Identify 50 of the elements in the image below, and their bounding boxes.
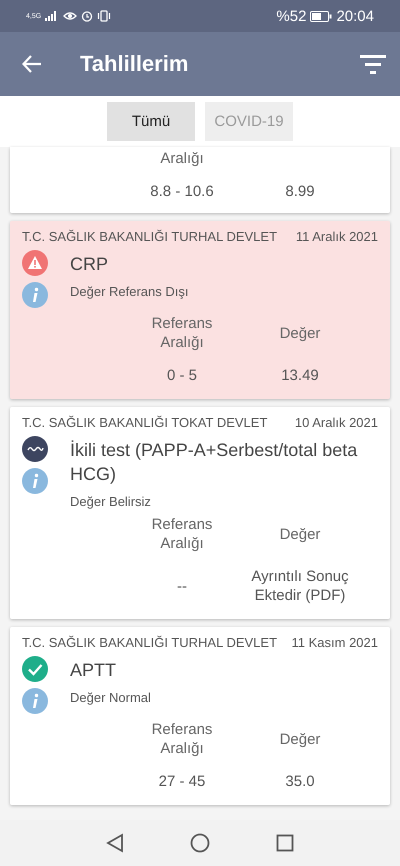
result-status: Değer Normal (70, 690, 152, 705)
hospital-name: T.C. SAĞLIK BAKANLIĞI TURHAL DEVLET (22, 635, 278, 650)
battery-icon (310, 10, 332, 22)
column-header: Referans Aralığı (150, 314, 214, 352)
screen-title: Tahlillerim (80, 51, 190, 77)
result-date: 11 Kasım 2021 (292, 635, 378, 650)
column-header: Değer (278, 324, 322, 342)
hospital-name: T.C. SAĞLIK BAKANLIĞI TOKAT DEVLET (22, 415, 268, 430)
result-value: Ayrıntılı Sonuç Ektedir (PDF) (250, 567, 350, 605)
reference-range: -- (176, 576, 188, 596)
column-header: Değer (278, 730, 322, 748)
hospital-name: T.C. SAĞLIK BAKANLIĞI TURHAL DEVLET (22, 229, 278, 244)
reference-range: 8.8 - 10.6 (149, 182, 215, 201)
warning-icon (22, 250, 48, 276)
test-name: CRP (70, 253, 110, 276)
filter-tab[interactable]: Tümü (107, 102, 195, 141)
back-arrow-icon[interactable] (22, 55, 42, 73)
column-header: Referans Aralığı (150, 720, 214, 758)
result-date: 11 Aralık 2021 (296, 229, 378, 244)
result-value: 8.99 (284, 182, 316, 201)
filter-icon[interactable] (360, 54, 386, 74)
result-card[interactable]: T.C. SAĞLIK BAKANLIĞI TOKAT DEVLET 10 Aralık 2021 İkili test (PAPP-A+Serbest/total beta HCG) Değer Belirsiz Referans Aralığı Değer -- Ayrıntılı Sonuç Ektedir (PDF) (10, 407, 390, 619)
column-header: Değer (278, 524, 322, 544)
result-card[interactable]: Aralığı 8.8 - 10.6 8.99 (10, 147, 390, 213)
result-value: 13.49 (280, 366, 320, 385)
wave-icon (22, 436, 48, 462)
info-icon (22, 468, 48, 494)
eye-icon (63, 10, 78, 22)
reference-range: 0 - 5 (166, 366, 198, 385)
vibrate-icon (97, 10, 112, 22)
result-date: 10 Aralık 2021 (294, 415, 378, 430)
column-header: Aralığı (159, 149, 205, 168)
clock: 20:04 (336, 8, 374, 24)
alarm-icon (81, 10, 94, 22)
column-header: Referans Aralığı (150, 515, 214, 553)
result-status: Değer Belirsiz (70, 494, 152, 509)
battery-percent: %52 (276, 8, 306, 24)
home-circle-icon[interactable] (190, 833, 210, 853)
back-triangle-icon[interactable] (106, 833, 124, 853)
test-name: APTT (70, 659, 118, 682)
result-card[interactable]: T.C. SAĞLIK BAKANLIĞI TURHAL DEVLET 11 Aralık 2021 CRP Değer Referans Dışı Referans Aralığı Değer 0 - 5 13.49 (10, 221, 390, 399)
result-status: Değer Referans Dışı (70, 284, 190, 299)
result-value: 35.0 (284, 772, 316, 791)
result-card[interactable]: T.C. SAĞLIK BAKANLIĞI TURHAL DEVLET 11 Kasım 2021 APTT Değer Normal Referans Aralığı Değer 27 - 45 35.0 (10, 627, 390, 805)
reference-range: 27 - 45 (158, 772, 206, 791)
test-name: İkili test (PAPP-A+Serbest/total beta HCG) (70, 439, 358, 486)
check-icon (22, 656, 48, 682)
info-icon (22, 282, 48, 308)
recents-square-icon[interactable] (276, 834, 294, 852)
info-icon (22, 688, 48, 714)
